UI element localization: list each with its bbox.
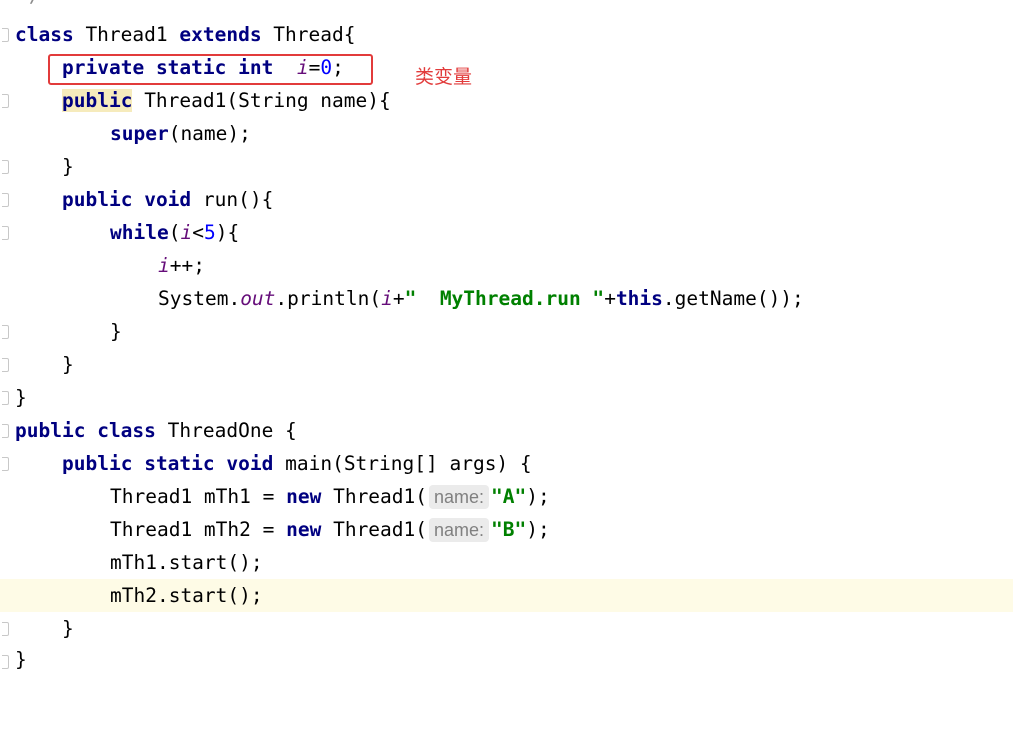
code-text: ++; — [169, 254, 205, 277]
code-text: } — [62, 353, 74, 376]
code-text: Thread1 mTh1 = — [110, 485, 287, 508]
parameter-hint: name: — [429, 485, 490, 509]
code-line-16[interactable]: Thread1 mTh2 = new Thread1(name: "B"); — [0, 513, 1013, 546]
code-text: + — [604, 287, 616, 310]
keyword: void — [144, 188, 192, 211]
static-field: i — [381, 287, 393, 310]
code-text: ThreadOne { — [155, 419, 297, 442]
code-line-13[interactable]: public class ThreadOne { — [0, 414, 1013, 447]
code-line-8[interactable]: i++; — [0, 249, 1013, 282]
code-text: } — [62, 155, 74, 178]
code-text: ); — [526, 485, 550, 508]
code-text: Thread1(String name){ — [132, 89, 391, 112]
annotation-box — [48, 54, 373, 85]
static-field: i — [180, 221, 193, 244]
static-field: out — [240, 287, 276, 310]
code-line-4[interactable]: super(name); — [0, 117, 1013, 150]
code-text: (name); — [168, 122, 251, 145]
code-text: main(String[] args) { — [273, 452, 532, 475]
keyword: while — [110, 221, 169, 244]
code-line-3[interactable]: public Thread1(String name){ — [0, 84, 1013, 117]
code-text: } — [15, 386, 27, 409]
keyword: extends — [179, 23, 262, 46]
code-text: } — [15, 648, 27, 671]
code-text: Thread1 — [73, 23, 180, 46]
number-literal: 5 — [203, 221, 216, 244]
keyword: public — [62, 188, 133, 211]
code-text: Thread{ — [261, 23, 356, 46]
keyword: public — [62, 89, 133, 112]
keyword: static — [144, 452, 215, 475]
code-line-18-current[interactable]: mTh2.start(); — [0, 579, 1013, 612]
code-text: Thread1 mTh2 = — [110, 518, 287, 541]
code-text: } — [110, 320, 122, 343]
code-line-9[interactable]: System.out.println(i+" MyThread.run "+th… — [0, 282, 1013, 315]
code-text: System. — [158, 287, 241, 310]
string-literal: "A" — [491, 485, 527, 508]
code-line-10[interactable]: } — [0, 315, 1013, 348]
code-line-5[interactable]: } — [0, 150, 1013, 183]
keyword: class — [97, 419, 156, 442]
keyword: new — [286, 518, 322, 541]
code-line-19[interactable]: } — [0, 612, 1013, 645]
keyword: class — [15, 23, 74, 46]
code-text: Thread1( — [321, 518, 428, 541]
parameter-hint: name: — [429, 518, 490, 542]
static-field: i — [158, 254, 170, 277]
annotation-label: 类变量 — [415, 66, 473, 88]
keyword: this — [615, 287, 663, 310]
code-line-7[interactable]: while(i<5){ — [0, 216, 1013, 249]
code-line-15[interactable]: Thread1 mTh1 = new Thread1(name: "A"); — [0, 480, 1013, 513]
code-text: < — [192, 221, 204, 244]
keyword: public — [62, 452, 133, 475]
code-text: mTh2.start(); — [110, 584, 263, 607]
keyword: public — [15, 419, 86, 442]
string-literal: "B" — [491, 518, 527, 541]
code-line-6[interactable]: public void run(){ — [0, 183, 1013, 216]
code-text: ); — [526, 518, 550, 541]
code-text: .println( — [275, 287, 382, 310]
code-text: + — [392, 287, 405, 310]
string-literal: " MyThread.run " — [404, 287, 605, 310]
code-text: .getName()); — [662, 287, 804, 310]
keyword: void — [226, 452, 274, 475]
code-text: ){ — [215, 221, 240, 244]
code-text: mTh1.start(); — [110, 551, 263, 574]
keyword: new — [286, 485, 322, 508]
code-line-12[interactable]: } — [0, 381, 1013, 414]
keyword: super — [110, 122, 169, 145]
code-text: ( — [168, 221, 181, 244]
code-text: Thread1( — [321, 485, 428, 508]
code-line-14[interactable]: public static void main(String[] args) { — [0, 447, 1013, 480]
code-line-11[interactable]: } — [0, 348, 1013, 381]
code-text: } — [62, 617, 74, 640]
code-line-1[interactable]: class Thread1 extends Thread{ — [0, 18, 1013, 51]
code-text: run(){ — [191, 188, 274, 211]
code-line-20[interactable]: } — [0, 643, 1013, 676]
code-line-17[interactable]: mTh1.start(); — [0, 546, 1013, 579]
comment-fragment: */ — [18, 0, 41, 7]
